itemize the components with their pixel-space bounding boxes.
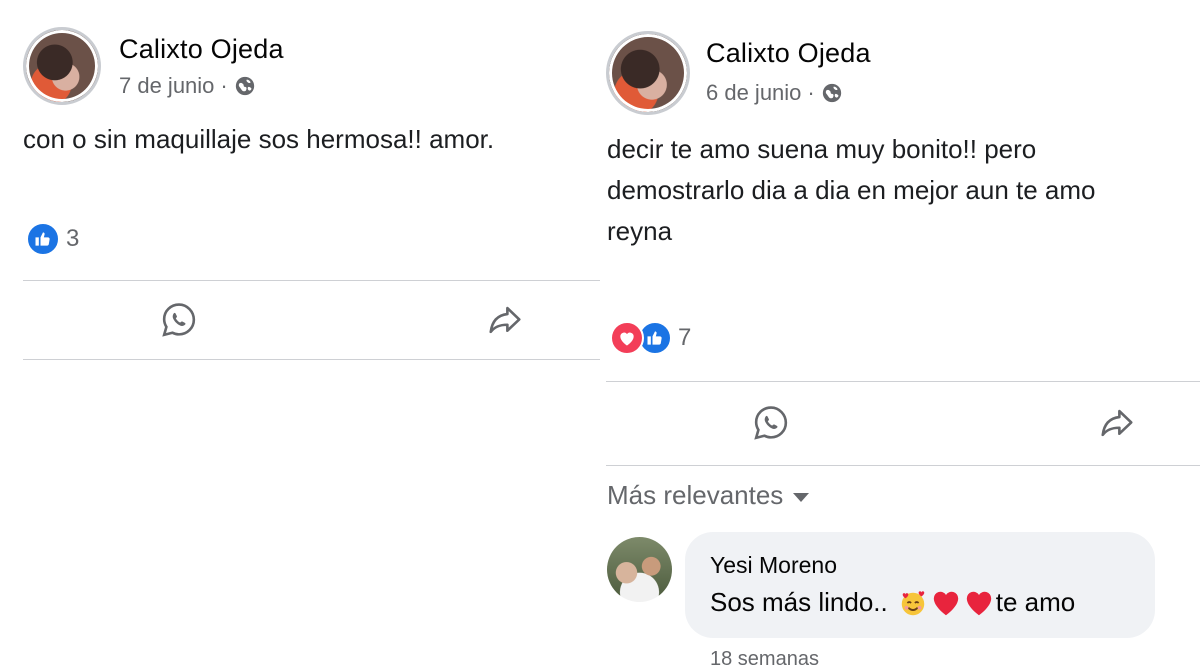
post-meta: 7 de junio · bbox=[119, 73, 256, 99]
author-avatar[interactable] bbox=[606, 31, 690, 115]
reaction-count: 7 bbox=[678, 324, 692, 351]
divider bbox=[23, 359, 600, 360]
whatsapp-icon bbox=[754, 406, 788, 440]
share-button[interactable] bbox=[1097, 403, 1137, 443]
globe-icon bbox=[235, 76, 254, 96]
comment-timestamp[interactable]: 18 semanas bbox=[710, 648, 819, 671]
share-arrow-icon bbox=[1101, 409, 1133, 437]
author-name[interactable]: Calixto Ojeda bbox=[706, 38, 871, 69]
like-reaction-icon bbox=[26, 222, 60, 256]
comment-text: Sos más lindo.. te amo bbox=[710, 587, 1075, 618]
post-right: Calixto Ojeda 6 de junio · decir te amo … bbox=[600, 0, 1200, 672]
whatsapp-share-button[interactable] bbox=[159, 300, 199, 340]
whatsapp-share-button[interactable] bbox=[751, 403, 791, 443]
post-meta: 6 de junio · bbox=[706, 80, 843, 106]
author-name[interactable]: Calixto Ojeda bbox=[119, 34, 284, 65]
caret-down-icon bbox=[793, 493, 810, 502]
love-reaction-icon bbox=[610, 321, 644, 355]
share-arrow-icon bbox=[489, 306, 521, 334]
sort-label: Más relevantes bbox=[607, 480, 784, 510]
reaction-count: 3 bbox=[66, 225, 80, 252]
comment-text-after: te amo bbox=[995, 587, 1076, 617]
post-text-line: decir te amo suena muy bonito!! pero bbox=[607, 134, 1037, 164]
red-heart-icon bbox=[933, 591, 958, 615]
red-heart-icon bbox=[966, 591, 991, 615]
meta-separator: · bbox=[220, 73, 228, 98]
commenter-avatar[interactable] bbox=[607, 537, 672, 602]
post-left: Calixto Ojeda 7 de junio · con o sin maq… bbox=[0, 0, 600, 672]
commenter-name[interactable]: Yesi Moreno bbox=[710, 552, 837, 579]
reaction-summary[interactable]: 3 bbox=[26, 222, 79, 256]
author-avatar[interactable] bbox=[23, 27, 101, 105]
post-date[interactable]: 6 de junio bbox=[706, 80, 801, 106]
divider bbox=[606, 381, 1200, 382]
divider bbox=[23, 280, 600, 281]
divider bbox=[606, 465, 1200, 466]
post-text-line: reyna bbox=[607, 216, 673, 246]
post-text-line: demostrarlo dia a dia en mejor aun te am… bbox=[607, 175, 1096, 205]
meta-separator: · bbox=[807, 80, 815, 105]
post-text: decir te amo suena muy bonito!! pero dem… bbox=[607, 129, 1096, 252]
comment-sort-dropdown[interactable]: Más relevantes bbox=[607, 480, 810, 511]
smiling-face-with-hearts-icon bbox=[901, 590, 924, 615]
post-text: con o sin maquillaje sos hermosa!! amor. bbox=[23, 124, 495, 154]
reaction-summary[interactable]: 7 bbox=[610, 321, 691, 355]
comment-bubble bbox=[685, 532, 1155, 638]
post-date[interactable]: 7 de junio bbox=[119, 73, 214, 99]
comment-text-before: Sos más lindo.. bbox=[710, 587, 888, 617]
globe-icon bbox=[822, 83, 841, 103]
share-button[interactable] bbox=[485, 300, 525, 340]
whatsapp-icon bbox=[162, 303, 196, 337]
